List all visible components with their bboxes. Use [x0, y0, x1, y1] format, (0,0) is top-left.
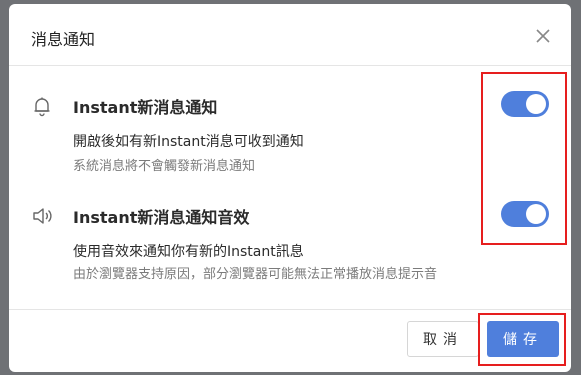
- bell-icon: [34, 97, 50, 117]
- setting-title: Instant新消息通知: [73, 98, 218, 117]
- close-icon: [536, 29, 550, 43]
- setting-title: Instant新消息通知音效: [73, 208, 250, 227]
- setting-description: 使用音效來通知你有新的Instant訊息: [73, 244, 304, 260]
- notification-sound-toggle[interactable]: [501, 201, 549, 227]
- new-message-notification-toggle[interactable]: [501, 91, 549, 117]
- toggle-knob: [526, 204, 546, 224]
- setting-hint: 由於瀏覽器支持原因，部分瀏覽器可能無法正常播放消息提示音: [73, 267, 438, 282]
- notification-settings-dialog: 消息通知 Instant新消息通知 開啟後如有新Instant消息可收到通知 系…: [9, 4, 571, 372]
- speaker-icon: [33, 208, 52, 224]
- setting-description: 開啟後如有新Instant消息可收到通知: [73, 134, 304, 150]
- dialog-header: 消息通知: [9, 4, 571, 66]
- save-button[interactable]: 儲存: [487, 321, 559, 357]
- footer-divider: [9, 309, 571, 310]
- toggle-knob: [526, 94, 546, 114]
- dialog-title: 消息通知: [31, 30, 96, 49]
- setting-hint: 系統消息將不會觸發新消息通知: [73, 159, 256, 174]
- close-button[interactable]: [531, 24, 555, 48]
- cancel-button[interactable]: 取消: [407, 321, 479, 357]
